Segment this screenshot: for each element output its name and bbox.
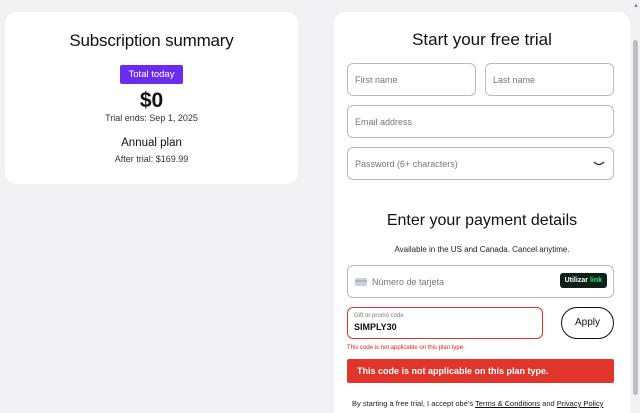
link-brand: link <box>589 277 602 284</box>
password-field[interactable]: Password (6+ characters) <box>347 147 614 180</box>
payment-title: Enter your payment details <box>386 212 578 229</box>
price-today: $0 <box>139 89 164 112</box>
promo-error-text: This code is not applicable on this plan… <box>347 345 465 351</box>
link-pay-button[interactable]: Utilizar link <box>559 273 607 288</box>
availability-text: Available in the US and Canada. Cancel a… <box>394 245 570 254</box>
terms-prefix: By starting a free trial, I accept obé's <box>352 399 474 408</box>
signup-form-card: Start your free trial First name Last na… <box>334 12 630 413</box>
form-title: Start your free trial <box>412 30 552 49</box>
terms-text: By starting a free trial, I accept obé's… <box>352 398 614 409</box>
promo-code-value: SIMPLY30 <box>354 322 397 332</box>
eye-closed-icon[interactable] <box>593 160 605 168</box>
card-number-field[interactable]: Número de tarjeta Utilizar link <box>347 265 614 298</box>
privacy-link[interactable]: Privacy Policy <box>557 399 604 408</box>
password-placeholder: Password (6+ characters) <box>355 159 458 169</box>
last-name-field[interactable]: Last name <box>485 63 614 96</box>
scroll-thumb[interactable] <box>633 40 638 395</box>
promo-error-banner: This code is not applicable on this plan… <box>347 359 614 383</box>
after-trial-price: After trial: $169.99 <box>114 154 189 164</box>
plan-name: Annual plan <box>121 137 182 149</box>
apply-button[interactable]: Apply <box>561 307 614 339</box>
promo-code-label: Gift or promo code <box>354 313 404 319</box>
email-placeholder: Email address <box>355 117 413 127</box>
first-name-field[interactable]: First name <box>347 63 476 96</box>
summary-title: Subscription summary <box>69 31 234 50</box>
credit-card-icon <box>355 278 367 286</box>
promo-code-field[interactable]: Gift or promo code SIMPLY30 <box>347 307 543 339</box>
subscription-summary-card: Subscription summary Total today $0 Tria… <box>5 12 298 184</box>
terms-link[interactable]: Terms & Conditions <box>475 399 540 408</box>
page-scrollbar[interactable]: ▲ <box>631 0 640 413</box>
last-name-placeholder: Last name <box>493 75 536 85</box>
trial-ends-text: Trial ends: Sep 1, 2025 <box>105 113 198 123</box>
scroll-up-arrow-icon[interactable]: ▲ <box>633 3 639 9</box>
card-number-placeholder: Número de tarjeta <box>372 277 445 287</box>
total-today-badge: Total today <box>119 65 184 84</box>
terms-and: and <box>542 399 555 408</box>
link-button-prefix: Utilizar <box>564 277 588 284</box>
first-name-placeholder: First name <box>355 75 398 85</box>
email-field[interactable]: Email address <box>347 105 614 138</box>
